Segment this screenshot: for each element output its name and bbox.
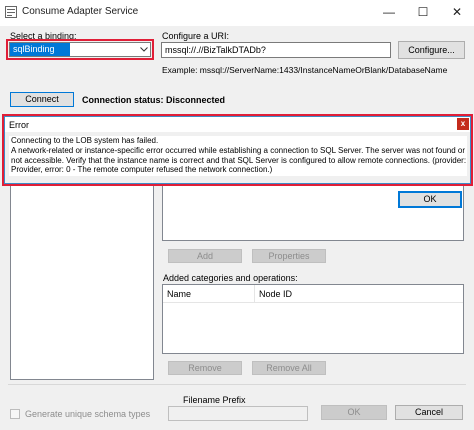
remove-all-button[interactable]: Remove All	[252, 361, 326, 375]
added-grid[interactable]: Name Node ID	[162, 284, 464, 354]
error-ok-button[interactable]: OK	[398, 191, 462, 208]
filename-prefix-input[interactable]	[168, 406, 308, 421]
close-icon: x	[460, 119, 466, 128]
maximize-button[interactable]: ☐	[406, 0, 440, 26]
remove-button[interactable]: Remove	[168, 361, 242, 375]
uri-label: Configure a URI:	[162, 31, 230, 41]
add-button[interactable]: Add	[168, 249, 242, 263]
category-tree[interactable]	[10, 185, 154, 380]
footer-divider	[8, 384, 466, 385]
app-icon	[5, 6, 17, 18]
error-dialog: Error x Connecting to the LOB system has…	[4, 116, 471, 184]
maximize-icon: ☐	[417, 5, 429, 19]
uri-input[interactable]: mssql://.//BizTalkDTADb?	[161, 42, 391, 58]
error-title: Error	[9, 120, 29, 130]
connection-status-value: Disconnected	[166, 95, 226, 105]
column-header-node-id[interactable]: Node ID	[255, 285, 463, 303]
column-header-name[interactable]: Name	[163, 285, 255, 303]
minimize-button[interactable]: —	[372, 0, 406, 26]
generate-schema-checkbox[interactable]	[10, 409, 20, 419]
footer-ok-button[interactable]: OK	[321, 405, 387, 420]
error-message-line-4: Provider, error: 0 - The remote computer…	[11, 165, 273, 175]
properties-button[interactable]: Properties	[252, 249, 326, 263]
error-close-button[interactable]: x	[457, 118, 469, 130]
cancel-button[interactable]: Cancel	[395, 405, 463, 420]
error-message-box[interactable]: Connecting to the LOB system has failed.…	[9, 136, 467, 176]
chevron-down-icon	[140, 47, 148, 52]
connection-status-label: Connection status:	[82, 95, 164, 105]
filename-prefix-label: Filename Prefix	[183, 395, 246, 405]
window-title: Consume Adapter Service	[22, 6, 139, 17]
configure-button[interactable]: Configure...	[398, 41, 465, 59]
error-message-line-3: not accessible. Verify that the instance…	[11, 155, 467, 165]
connect-button[interactable]: Connect	[10, 92, 74, 107]
close-icon: ✕	[451, 5, 463, 19]
binding-selected-value: sqlBinding	[10, 43, 70, 56]
binding-select[interactable]: sqlBinding	[9, 42, 151, 57]
title-bar: Consume Adapter Service — ☐ ✕	[0, 0, 474, 26]
added-label: Added categories and operations:	[163, 273, 298, 283]
minimize-icon: —	[383, 5, 395, 19]
error-title-bar: Error x	[5, 117, 470, 132]
error-message-line-1: Connecting to the LOB system has failed.	[11, 136, 159, 145]
error-message-line-2: A network-related or instance-specific e…	[11, 145, 467, 155]
generate-schema-label: Generate unique schema types	[25, 409, 151, 419]
uri-example: Example: mssql://ServerName:1433/Instanc…	[162, 65, 448, 75]
connection-status: Connection status: Disconnected	[82, 95, 225, 105]
close-button[interactable]: ✕	[440, 0, 474, 26]
